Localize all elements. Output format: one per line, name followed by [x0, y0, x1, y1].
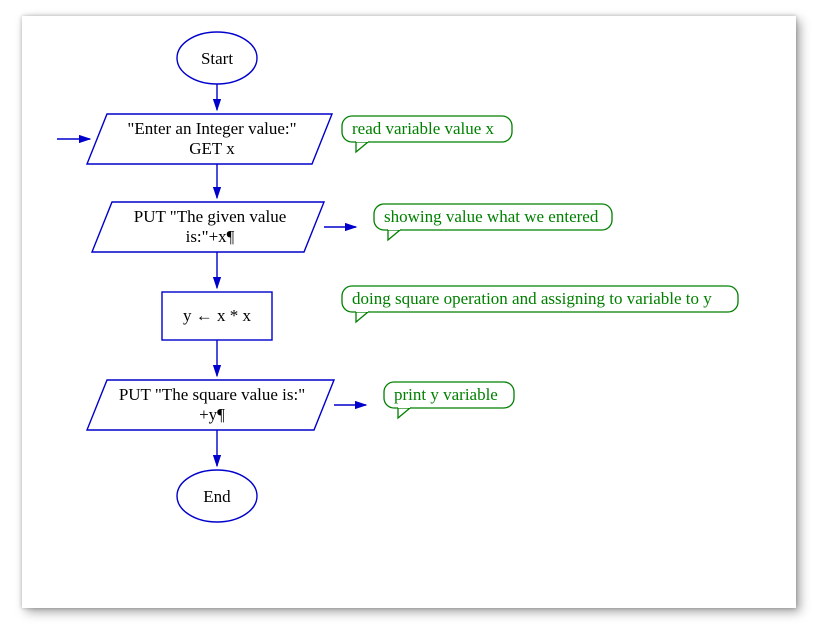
comment-1: read variable value x	[342, 116, 512, 152]
comment-3: doing square operation and assigning to …	[342, 286, 738, 322]
start-label: Start	[201, 49, 233, 68]
process-line1: y ← x * x	[183, 306, 252, 325]
comment-1-text: read variable value x	[352, 119, 495, 138]
input-line1: "Enter an Integer value:"	[127, 119, 296, 138]
flowchart-svg: Start "Enter an Integer value:" GET x re…	[22, 16, 796, 608]
output1-line1: PUT "The given value	[134, 207, 287, 226]
diagram-canvas: Start "Enter an Integer value:" GET x re…	[0, 0, 818, 626]
output2-line2: +y¶	[199, 405, 225, 424]
diagram-panel: Start "Enter an Integer value:" GET x re…	[22, 16, 796, 608]
comment-3-text: doing square operation and assigning to …	[352, 289, 712, 308]
comment-4-text: print y variable	[394, 385, 498, 404]
comment-2-text: showing value what we entered	[384, 207, 599, 226]
output2-line1: PUT "The square value is:"	[119, 385, 305, 404]
input-line2: GET x	[189, 139, 235, 158]
comment-4: print y variable	[384, 382, 514, 418]
output1-line2: is:"+x¶	[186, 227, 235, 246]
end-label: End	[203, 487, 231, 506]
comment-2: showing value what we entered	[374, 204, 612, 240]
